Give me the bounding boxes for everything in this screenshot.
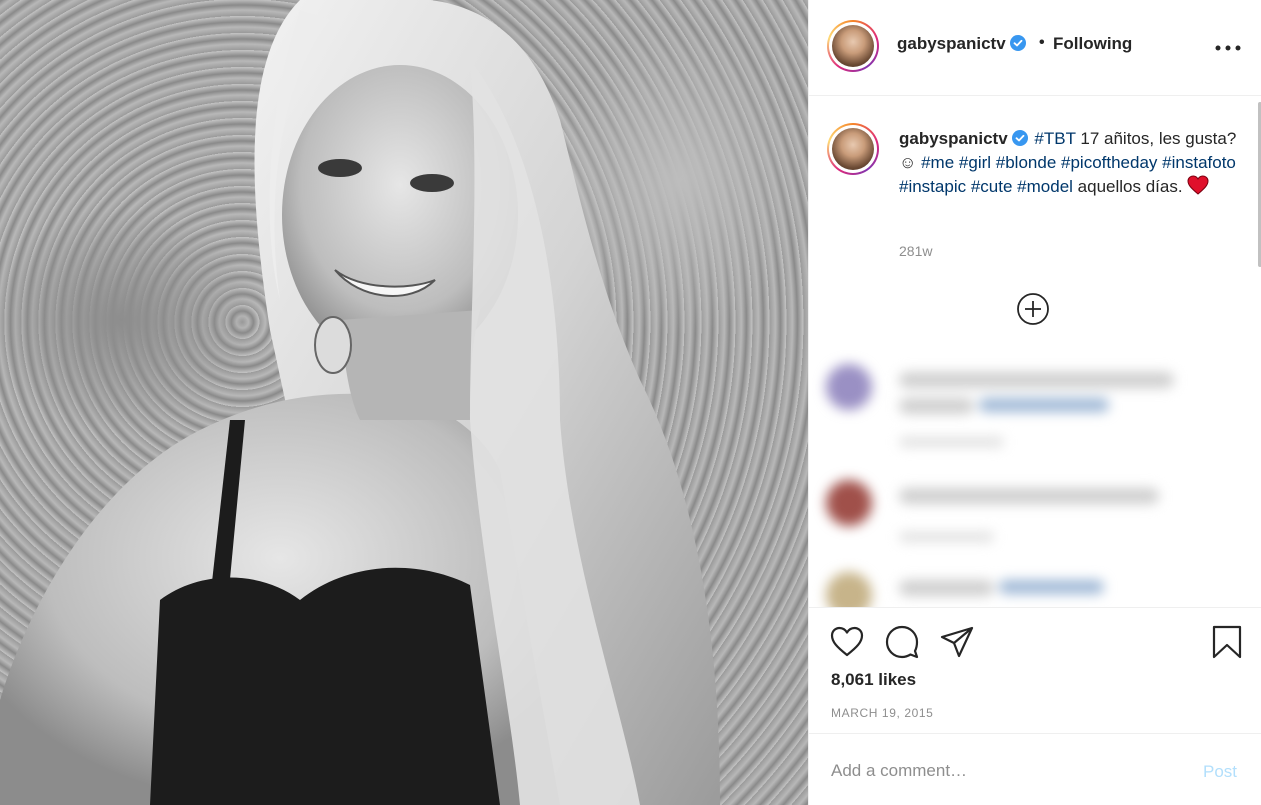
blurred-line	[899, 488, 1159, 504]
comment-input[interactable]	[831, 756, 1171, 786]
hashtag-link[interactable]: #blonde	[996, 153, 1057, 172]
avatar[interactable]	[827, 20, 879, 72]
red-heart-emoji-icon	[1187, 175, 1209, 195]
verified-badge-icon	[1009, 35, 1026, 51]
hashtag-link[interactable]: #instapic	[899, 177, 966, 196]
caption-username-text[interactable]: gabyspanictv	[899, 129, 1008, 148]
share-icon[interactable]	[939, 624, 975, 660]
post-header: gabyspanictv • Following	[809, 0, 1261, 96]
hashtag-link[interactable]: #instafoto	[1162, 153, 1236, 172]
verified-badge-icon	[1011, 130, 1028, 146]
portrait-image	[0, 0, 720, 805]
hashtag-link[interactable]: #picoftheday	[1061, 153, 1157, 172]
post-side-panel: gabyspanictv • Following gabyspanictv #T…	[808, 0, 1261, 805]
blurred-meta	[899, 532, 994, 542]
post-actions: 8,061 likes MARCH 19, 2015	[809, 607, 1261, 733]
caption-text: gabyspanictv #TBT 17 añitos, les gusta? …	[899, 127, 1239, 199]
separator-dot: •	[1039, 34, 1045, 51]
blurred-avatar	[826, 572, 872, 607]
blurred-link	[999, 580, 1104, 594]
username-text[interactable]: gabyspanictv	[897, 34, 1006, 53]
comments-scroll-area[interactable]: gabyspanictv #TBT 17 añitos, les gusta? …	[809, 97, 1261, 607]
blurred-line	[899, 372, 1174, 388]
caption-username[interactable]: gabyspanictv	[899, 129, 1028, 148]
blurred-meta	[899, 437, 1004, 447]
caption-segment: aquellos días.	[1072, 177, 1188, 196]
blurred-line	[899, 580, 994, 596]
hashtag-link[interactable]: #model	[1017, 177, 1073, 196]
header-username[interactable]: gabyspanictv	[897, 34, 1026, 54]
post-age[interactable]: 281w	[899, 243, 932, 259]
following-button[interactable]: Following	[1053, 34, 1132, 54]
caption-avatar[interactable]	[827, 123, 879, 175]
comment-icon[interactable]	[884, 624, 920, 660]
bookmark-icon[interactable]	[1209, 624, 1245, 660]
blurred-avatar	[826, 480, 872, 526]
hashtag-link[interactable]: #me	[921, 153, 954, 172]
likes-count[interactable]: 8,061 likes	[831, 670, 916, 690]
hashtag-link[interactable]: #girl	[959, 153, 991, 172]
blurred-link	[979, 398, 1109, 412]
hashtag-link[interactable]: #cute	[971, 177, 1013, 196]
post-button[interactable]: Post	[1203, 762, 1237, 782]
blurred-comments	[824, 352, 1244, 607]
plus-circle-icon[interactable]	[1016, 292, 1050, 326]
blurred-avatar	[826, 364, 872, 410]
post-photo[interactable]	[0, 0, 808, 805]
heart-icon[interactable]	[829, 624, 865, 660]
comment-bar: Post	[809, 733, 1261, 805]
more-options-icon[interactable]	[1215, 40, 1241, 56]
post-date[interactable]: MARCH 19, 2015	[831, 706, 933, 720]
hashtag-link[interactable]: #TBT	[1034, 129, 1075, 148]
blurred-line	[899, 398, 974, 414]
